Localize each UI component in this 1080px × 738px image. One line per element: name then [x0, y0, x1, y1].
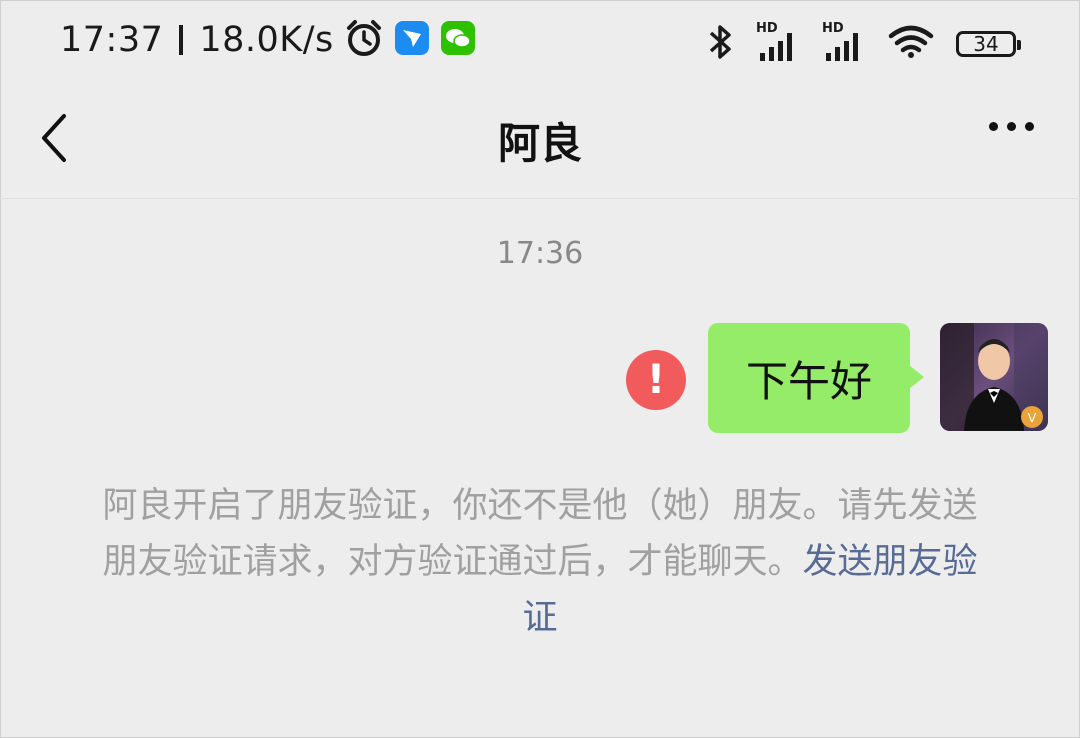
network-speed: 18.0K/s: [199, 20, 334, 60]
send-failed-icon[interactable]: !: [626, 350, 686, 410]
bluetooth-icon: [708, 22, 734, 66]
message-timestamp: 17:36: [496, 236, 584, 271]
system-notice: 阿良开启了朋友验证，你还不是他（她）朋友。请先发送朋友验证请求，对方验证通过后，…: [90, 478, 990, 646]
avatar[interactable]: V: [940, 323, 1048, 431]
more-options-button[interactable]: [989, 122, 1034, 131]
wifi-icon: [888, 24, 934, 64]
chat-title: 阿良: [497, 119, 582, 168]
status-bar: 17:37 18.0K/s HD HD 34: [0, 0, 1080, 86]
status-time: 17:37: [60, 20, 164, 60]
wechat-icon: [440, 20, 476, 60]
svg-text:V: V: [1028, 410, 1037, 425]
status-separator: [179, 25, 184, 55]
message-bubble[interactable]: 下午好: [708, 323, 924, 433]
more-dot-icon: [1007, 122, 1016, 131]
more-dot-icon: [1025, 122, 1034, 131]
message-text: 下午好: [745, 356, 872, 406]
more-dot-icon: [989, 122, 998, 131]
battery-level: 34: [973, 32, 999, 56]
signal-icon-2: HD: [822, 21, 866, 63]
chat-header: 阿良: [0, 86, 1080, 199]
alarm-icon: [344, 18, 384, 62]
app-notification-icon: [394, 20, 430, 60]
signal-icon: HD: [756, 21, 800, 63]
battery-icon: 34: [956, 31, 1021, 57]
